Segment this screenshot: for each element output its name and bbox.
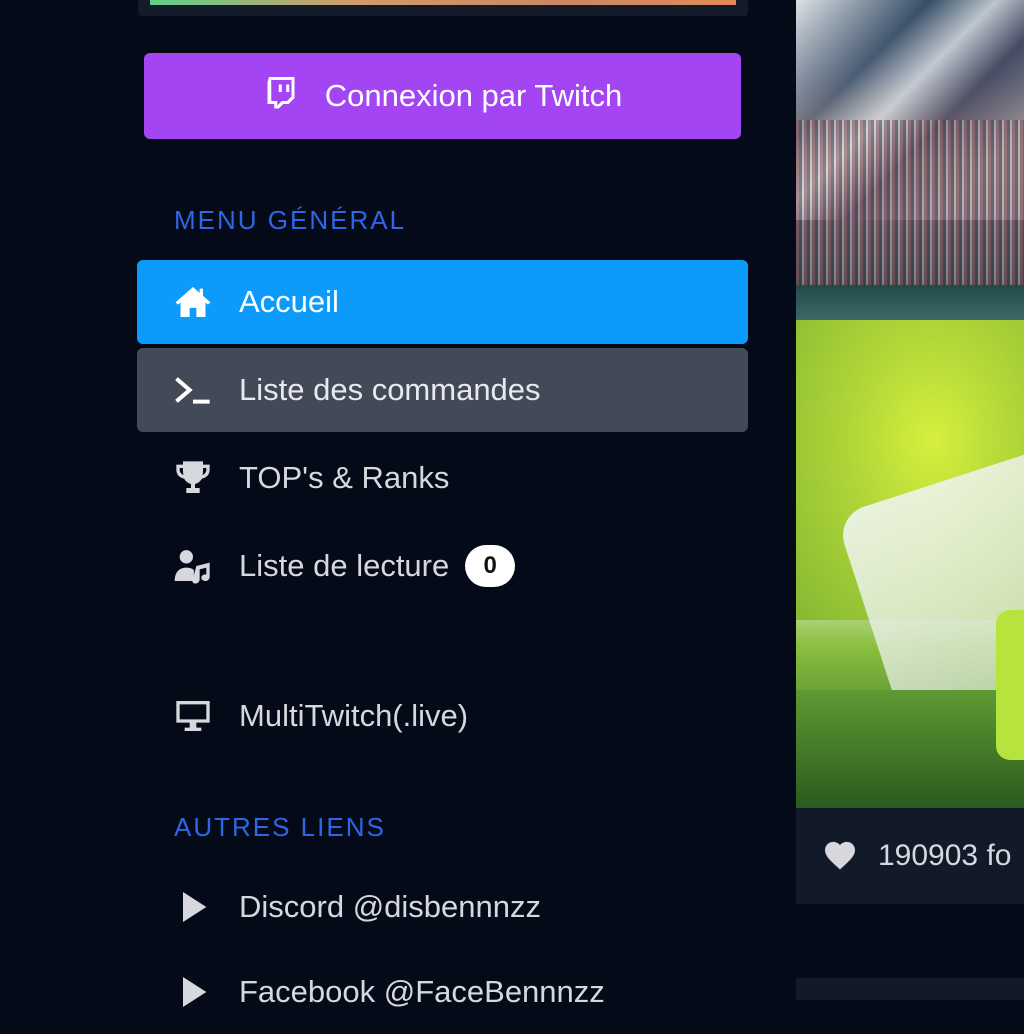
nav-item-multitwitch[interactable]: MultiTwitch(.live) — [137, 674, 748, 758]
twitch-login-label: Connexion par Twitch — [324, 78, 623, 113]
nav-item-facebook[interactable]: Facebook @FaceBennnzz — [137, 950, 748, 1034]
nav-item-label: MultiTwitch(.live) — [239, 698, 469, 733]
sidebar: Connexion par Twitch MENU GÉNÉRAL Accuei… — [0, 0, 796, 1009]
nav-item-label: Facebook @FaceBennnzz — [239, 974, 605, 1009]
heart-icon — [825, 841, 855, 870]
next-card-edge — [796, 978, 1024, 1000]
stream-thumbnail[interactable] — [796, 0, 1024, 808]
stream-stats: 190903 fo — [796, 808, 1024, 904]
section-title-other: AUTRES LIENS — [174, 812, 386, 842]
home-icon — [171, 280, 215, 324]
nav-item-label: TOP's & Ranks — [239, 460, 450, 495]
nav-item-label: Discord @disbennnzz — [239, 889, 541, 924]
banner-gradient — [150, 0, 736, 5]
thumbnail-crowd — [796, 120, 1024, 290]
thumbnail-side-tab[interactable] — [996, 610, 1024, 760]
terminal-icon — [171, 368, 215, 412]
thumbnail-band — [796, 285, 1024, 323]
likes-count: 190903 fo — [878, 839, 1012, 872]
nav-item-label: Liste de lecture — [239, 548, 450, 583]
thumbnail-grass — [796, 690, 1024, 808]
section-title-general: MENU GÉNÉRAL — [174, 205, 407, 235]
nav-item-playlist[interactable]: Liste de lecture 0 — [137, 524, 748, 608]
monitor-icon — [171, 694, 215, 738]
twitch-icon — [263, 74, 299, 118]
user-music-icon — [171, 544, 215, 588]
banner-strip — [138, 0, 748, 16]
twitch-login-button[interactable]: Connexion par Twitch — [144, 53, 741, 139]
trophy-icon — [171, 456, 215, 500]
nav-item-label: Liste des commandes — [239, 372, 541, 407]
play-icon — [171, 970, 215, 1014]
playlist-count-badge: 0 — [465, 545, 516, 587]
nav-item-tops[interactable]: TOP's & Ranks — [137, 436, 748, 520]
play-icon — [171, 885, 215, 929]
nav-item-commands[interactable]: Liste des commandes — [137, 348, 748, 432]
nav-item-label: Accueil — [239, 284, 339, 319]
nav-item-home[interactable]: Accueil — [137, 260, 748, 344]
nav-item-discord[interactable]: Discord @disbennnzz — [137, 865, 748, 949]
